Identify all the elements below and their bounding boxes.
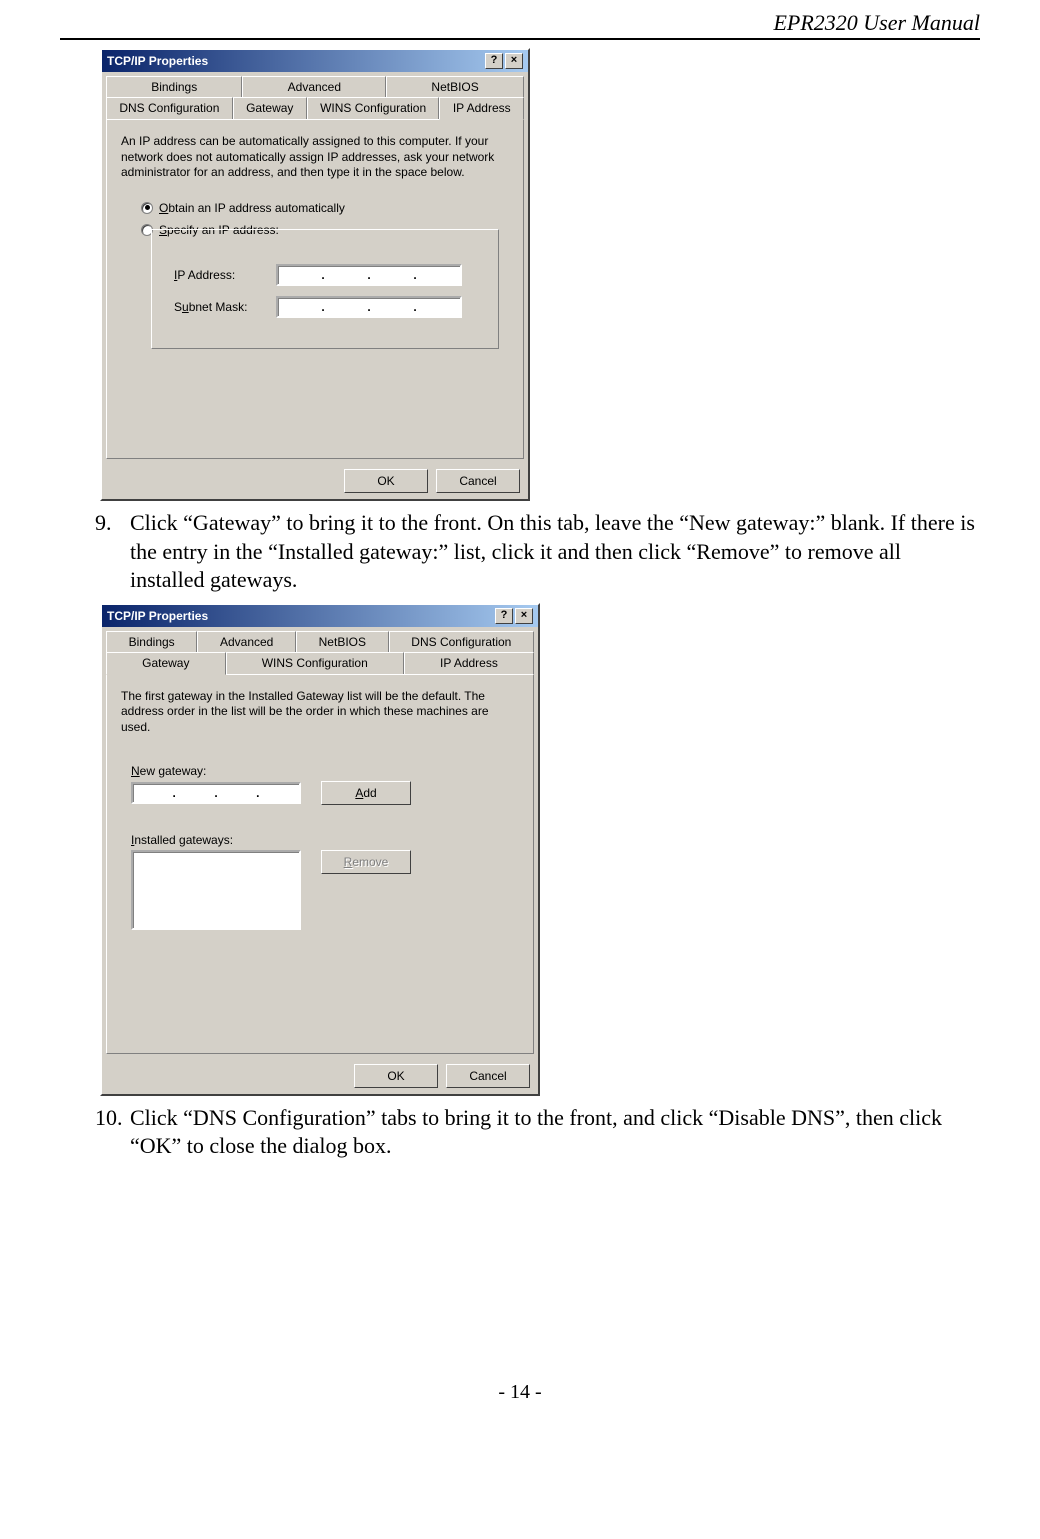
tab-bindings[interactable]: Bindings	[106, 76, 242, 97]
new-gateway-input[interactable]: ...	[131, 782, 301, 804]
tab-netbios-2[interactable]: NetBIOS	[296, 631, 389, 652]
step-9-number: 9.	[95, 509, 130, 538]
tab-bindings-2[interactable]: Bindings	[106, 631, 197, 652]
close-button-2[interactable]: ×	[515, 608, 533, 624]
tab-ip-address-2[interactable]: IP Address	[404, 652, 534, 674]
step-10-text: Click “DNS Configuration” tabs to bring …	[130, 1105, 942, 1159]
tab-gateway[interactable]: Gateway	[233, 97, 307, 119]
titlebar-1-buttons: ? ×	[485, 53, 523, 69]
dialog-2-wrap: TCP/IP Properties ? × Bindings Advanced …	[100, 603, 980, 1096]
tab-advanced[interactable]: Advanced	[242, 76, 386, 97]
subnet-mask-label: Subnet Mask:	[174, 300, 264, 314]
page-header: EPR2320 User Manual	[60, 10, 980, 40]
dialog-2-buttonrow: OK Cancel	[102, 1058, 538, 1094]
help-button-2[interactable]: ?	[495, 608, 513, 624]
tab-dns-configuration-2[interactable]: DNS Configuration	[389, 631, 534, 652]
tab-advanced-2[interactable]: Advanced	[197, 631, 296, 652]
installed-gateways-section: Installed gateways: Remove	[131, 833, 509, 930]
tab-ip-address[interactable]: IP Address	[439, 97, 524, 120]
dialog-1-info: An IP address can be automatically assig…	[121, 134, 509, 181]
ip-address-input[interactable]: ...	[276, 264, 462, 286]
titlebar-2: TCP/IP Properties ? ×	[102, 605, 538, 627]
step-10-number: 10.	[95, 1104, 130, 1133]
tcpip-dialog-1: TCP/IP Properties ? × Bindings Advanced …	[100, 48, 530, 501]
tab-wins-configuration-2[interactable]: WINS Configuration	[226, 652, 404, 674]
ip-address-label: IP Address:	[174, 268, 264, 282]
titlebar-1: TCP/IP Properties ? ×	[102, 50, 528, 72]
close-button[interactable]: ×	[505, 53, 523, 69]
tabstrip-2: Bindings Advanced NetBIOS DNS Configurat…	[102, 627, 538, 674]
radio-obtain-row[interactable]: Obtain an IP address automatically	[141, 201, 509, 215]
subnet-mask-row: Subnet Mask: ...	[174, 296, 482, 318]
ip-address-row: IP Address: ...	[174, 264, 482, 286]
dialog-1-wrap: TCP/IP Properties ? × Bindings Advanced …	[100, 48, 980, 501]
remove-button[interactable]: Remove	[321, 850, 411, 874]
dialog-2-info: The first gateway in the Installed Gatew…	[121, 689, 519, 736]
ip-groupbox: IP Address: ... Subnet Mask: ...	[151, 229, 499, 349]
dialog-1-title: TCP/IP Properties	[107, 54, 208, 68]
header-title: User Manual	[858, 10, 980, 35]
step-10: 10.Click “DNS Configuration” tabs to bri…	[95, 1104, 980, 1161]
cancel-button-2[interactable]: Cancel	[446, 1064, 530, 1088]
cancel-button[interactable]: Cancel	[436, 469, 520, 493]
header-model: EPR2320	[773, 10, 857, 35]
step-9-text: Click “Gateway” to bring it to the front…	[130, 510, 975, 592]
tab-netbios[interactable]: NetBIOS	[386, 76, 524, 97]
installed-gateways-list[interactable]	[131, 850, 301, 930]
radio-obtain-label: Obtain an IP address automatically	[159, 201, 345, 215]
titlebar-2-buttons: ? ×	[495, 608, 533, 624]
tabcontent-1: An IP address can be automatically assig…	[106, 119, 524, 459]
tcpip-dialog-2: TCP/IP Properties ? × Bindings Advanced …	[100, 603, 540, 1096]
radio-obtain[interactable]	[141, 202, 153, 214]
step-9: 9.Click “Gateway” to bring it to the fro…	[95, 509, 980, 595]
ok-button[interactable]: OK	[344, 469, 428, 493]
new-gateway-label: New gateway:	[131, 764, 509, 778]
ok-button-2[interactable]: OK	[354, 1064, 438, 1088]
installed-gateways-label: Installed gateways:	[131, 833, 509, 847]
page-footer: - 14 -	[60, 1381, 980, 1404]
tab-dns-configuration[interactable]: DNS Configuration	[106, 97, 233, 119]
tabstrip-1: Bindings Advanced NetBIOS DNS Configurat…	[102, 72, 528, 119]
help-button[interactable]: ?	[485, 53, 503, 69]
dialog-1-buttonrow: OK Cancel	[102, 463, 528, 499]
subnet-mask-input[interactable]: ...	[276, 296, 462, 318]
tab-gateway-2[interactable]: Gateway	[106, 652, 226, 675]
tabcontent-2: The first gateway in the Installed Gatew…	[106, 674, 534, 1054]
new-gateway-section: New gateway: ... Add	[131, 764, 509, 805]
add-button[interactable]: Add	[321, 781, 411, 805]
tab-wins-configuration[interactable]: WINS Configuration	[307, 97, 440, 119]
dialog-2-title: TCP/IP Properties	[107, 609, 208, 623]
